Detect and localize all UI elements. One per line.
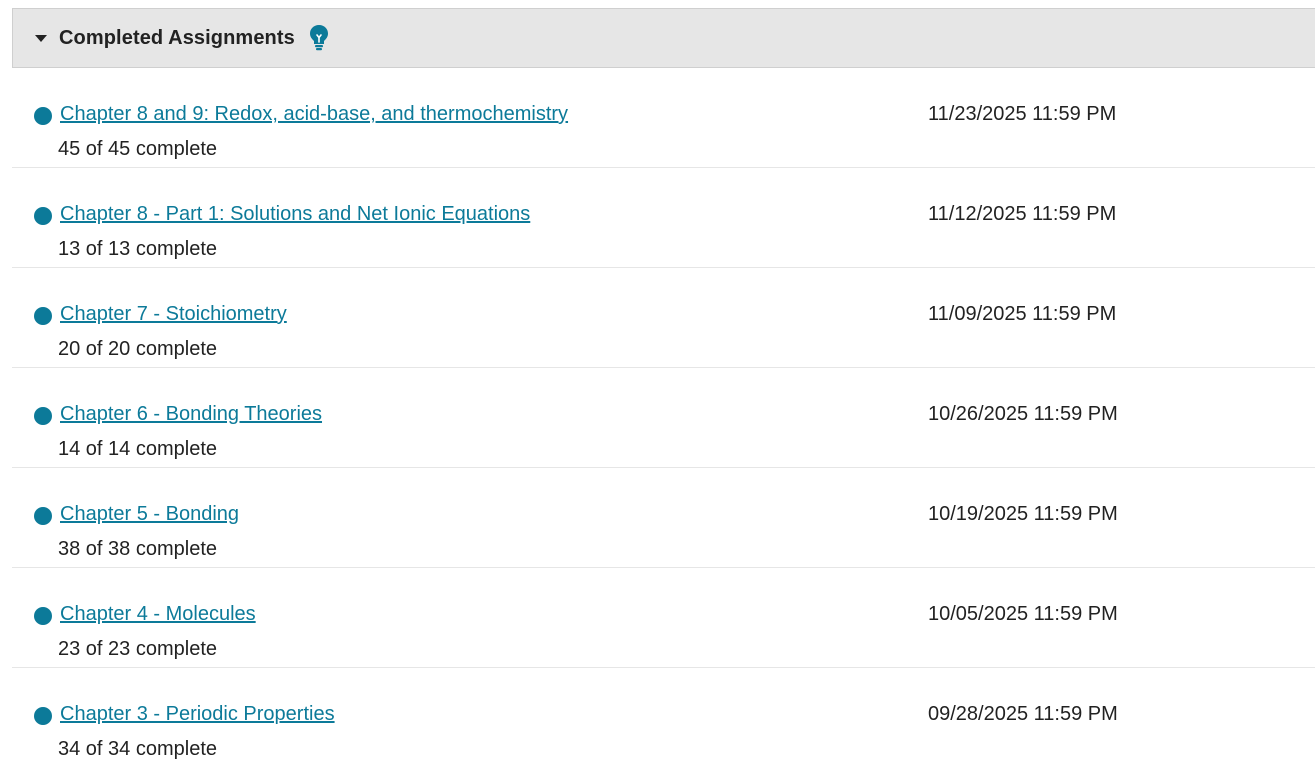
status-dot-icon xyxy=(34,307,52,325)
assignment-progress: 20 of 20 complete xyxy=(58,338,217,360)
assignment-due-date: 10/05/2025 11:59 PM xyxy=(928,603,1118,625)
assignment-link[interactable]: Chapter 4 - Molecules xyxy=(60,603,256,626)
status-dot-icon xyxy=(34,107,52,125)
assignment-row: Chapter 5 - Bonding 38 of 38 complete 10… xyxy=(12,468,1315,568)
status-dot-icon xyxy=(34,607,52,625)
status-dot-icon xyxy=(34,407,52,425)
assignment-row: Chapter 8 - Part 1: Solutions and Net Io… xyxy=(12,168,1315,268)
assignment-row: Chapter 8 and 9: Redox, acid-base, and t… xyxy=(12,68,1315,168)
status-dot-icon xyxy=(34,507,52,525)
assignment-link[interactable]: Chapter 5 - Bonding xyxy=(60,503,239,526)
assignment-link[interactable]: Chapter 3 - Periodic Properties xyxy=(60,703,335,726)
section-header[interactable]: Completed Assignments xyxy=(12,8,1315,68)
assignment-link[interactable]: Chapter 8 - Part 1: Solutions and Net Io… xyxy=(60,203,530,226)
assignment-due-date: 10/26/2025 11:59 PM xyxy=(928,403,1118,425)
assignment-due-date: 11/23/2025 11:59 PM xyxy=(928,103,1117,125)
assignment-due-date: 11/09/2025 11:59 PM xyxy=(928,303,1117,325)
assignment-row: Chapter 6 - Bonding Theories 14 of 14 co… xyxy=(12,368,1315,468)
assignment-row: Chapter 4 - Molecules 23 of 23 complete … xyxy=(12,568,1315,668)
assignment-progress: 34 of 34 complete xyxy=(58,738,217,760)
assignment-link[interactable]: Chapter 8 and 9: Redox, acid-base, and t… xyxy=(60,103,568,126)
completed-assignments-panel: Completed Assignments Chapter 8 and 9: R… xyxy=(12,8,1315,768)
status-dot-icon xyxy=(34,707,52,725)
assignment-due-date: 09/28/2025 11:59 PM xyxy=(928,703,1118,725)
assignment-row: Chapter 7 - Stoichiometry 20 of 20 compl… xyxy=(12,268,1315,368)
assignment-link[interactable]: Chapter 7 - Stoichiometry xyxy=(60,303,287,326)
assignment-progress: 45 of 45 complete xyxy=(58,138,217,160)
assignment-link[interactable]: Chapter 6 - Bonding Theories xyxy=(60,403,322,426)
assignment-due-date: 11/12/2025 11:59 PM xyxy=(928,203,1117,225)
assignment-list: Chapter 8 and 9: Redox, acid-base, and t… xyxy=(12,68,1315,768)
caret-down-icon[interactable] xyxy=(35,34,47,42)
lightbulb-icon[interactable] xyxy=(307,23,331,53)
assignment-row: Chapter 3 - Periodic Properties 34 of 34… xyxy=(12,668,1315,768)
assignment-due-date: 10/19/2025 11:59 PM xyxy=(928,503,1118,525)
assignment-progress: 23 of 23 complete xyxy=(58,638,217,660)
assignment-progress: 13 of 13 complete xyxy=(58,238,217,260)
assignment-progress: 38 of 38 complete xyxy=(58,538,217,560)
assignment-progress: 14 of 14 complete xyxy=(58,438,217,460)
section-title: Completed Assignments xyxy=(59,26,295,49)
status-dot-icon xyxy=(34,207,52,225)
